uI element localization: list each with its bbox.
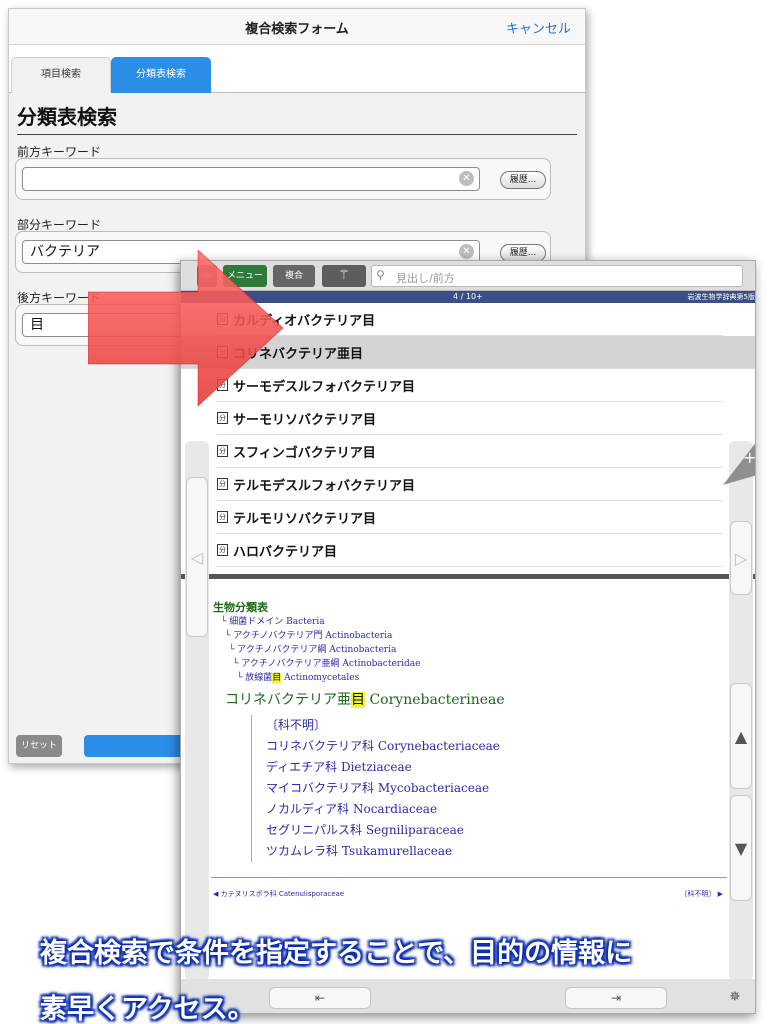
cancel-button[interactable]: キャンセル	[506, 18, 571, 37]
form-tabs: 項目検索 分類表検索	[9, 45, 585, 93]
scroll-up-icon[interactable]: ▲	[730, 683, 752, 789]
previous-page-icon[interactable]: ◁	[186, 477, 208, 637]
classification-icon: 分	[217, 445, 228, 457]
child-taxon-link[interactable]: マイコバクテリア科 Mycobacteriaceae	[251, 778, 725, 799]
classification-icon: 分	[217, 544, 228, 556]
result-list: 分 カルディオバクテリア目 分 コリネバクテリア亜目 分 サーモデスルフォバクテ…	[181, 303, 755, 567]
list-item-label: サーモリソバクテリア目	[233, 413, 377, 428]
child-taxon-link[interactable]: コリネバクテリア科 Corynebacteriaceae	[251, 736, 725, 757]
next-arrow-icon: ▶	[715, 890, 723, 898]
history-button[interactable]: 履歴...	[500, 171, 546, 189]
page-title: 分類表検索	[17, 105, 117, 129]
detail-divider	[211, 877, 727, 878]
list-item[interactable]: 分 テルモデスルフォバクテリア目	[217, 468, 723, 501]
classification-icon: 分	[217, 412, 228, 424]
prev-arrow-icon: ◀	[213, 890, 221, 898]
classification-detail: 生物分類表 └ 細菌ドメイン Bacteria └ アクチノバクテリア門 Act…	[213, 599, 725, 862]
list-item[interactable]: 分 スフィンゴバクテリア目	[217, 435, 723, 468]
search-placeholder: 見出し/前方	[396, 272, 455, 285]
pane-divider[interactable]	[181, 574, 755, 579]
caption-line-2: 素早くアクセス。	[40, 994, 255, 1024]
tab-classification-search[interactable]: 分類表検索	[111, 57, 211, 93]
search-input[interactable]: ⚲ 見出し/前方	[371, 265, 743, 287]
lineage-item[interactable]: └ アクチノバクテリア亜綱 Actinobacteridae	[233, 657, 725, 671]
tab-item-search[interactable]: 項目検索	[11, 57, 111, 93]
search-button[interactable]	[84, 735, 194, 757]
heading-divider	[17, 134, 577, 135]
red-arrow-icon	[88, 250, 284, 408]
classification-icon: 分	[217, 511, 228, 523]
svg-text:+: +	[743, 448, 756, 467]
promo-caption: 複合検索で条件を指定することで、目的の情報に 素早くアクセス。	[40, 926, 740, 1024]
next-page-icon[interactable]: ▷	[730, 521, 752, 595]
list-item[interactable]: 分 サーモデスルフォバクテリア目	[217, 369, 723, 402]
headword: コリネバクテリア亜目 Corynebacterineae	[225, 692, 505, 708]
form-nav-bar: 複合検索フォーム キャンセル	[9, 9, 585, 45]
list-item-label: スフィンゴバクテリア目	[233, 446, 376, 461]
child-taxon-link[interactable]: 〔科不明〕	[251, 715, 725, 736]
child-taxon-link[interactable]: ツカムレラ科 Tsukamurellaceae	[251, 841, 725, 862]
list-item-label: ハロバクテリア目	[233, 545, 338, 560]
lineage-item[interactable]: └ アクチノバクテリア綱 Actinobacteria	[229, 643, 725, 657]
add-bookmark-icon[interactable]: +	[713, 441, 756, 485]
lineage-item[interactable]: └ 細菌ドメイン Bacteria	[221, 615, 725, 629]
lineage-item[interactable]: └ 放線菌目 Actinomycetales	[237, 671, 725, 685]
dictionary-name: 岩波生物学辞典第5版	[687, 293, 755, 301]
prefix-keyword-input[interactable]	[22, 167, 480, 191]
list-item-label: テルモデスルフォバクテリア目	[233, 479, 416, 494]
clear-icon[interactable]: ✕	[459, 171, 474, 186]
clear-icon[interactable]: ✕	[459, 244, 474, 259]
lineage-item[interactable]: └ アクチノバクテリア門 Actinobacteria	[225, 629, 725, 643]
search-icon: ⚲	[376, 268, 385, 282]
previous-entry-link[interactable]: ◀ カテヌリスポラ科 Catenulisporaceae	[213, 889, 344, 899]
reset-button[interactable]: リセット	[16, 735, 62, 757]
classification-icon: 分	[217, 478, 228, 490]
right-scroll-rail: ▷ ▲ ▼	[729, 441, 753, 981]
detail-title: 生物分類表	[213, 601, 268, 614]
list-item[interactable]: 分 テルモリソバクテリア目	[217, 501, 723, 534]
form-title: 複合検索フォーム	[245, 22, 349, 37]
list-item-label: テルモリソバクテリア目	[233, 512, 377, 527]
list-item[interactable]: 分 カルディオバクテリア目	[217, 303, 723, 336]
left-scroll-rail: ◁	[185, 441, 209, 981]
page-indicator: 4 / 10+	[453, 292, 483, 301]
prefix-keyword-box: ✕ 履歴...	[15, 158, 551, 200]
child-taxon-link[interactable]: セグリニパルス科 Segniliparaceae	[251, 820, 725, 841]
caption-line-1: 複合検索で条件を指定することで、目的の情報に	[40, 938, 633, 969]
scroll-down-icon[interactable]: ▼	[730, 795, 752, 901]
magic-wand-icon[interactable]: ⚚	[322, 265, 366, 287]
list-item[interactable]: 分 ハロバクテリア目	[217, 534, 723, 567]
next-entry-link[interactable]: 〔科不明〕 ▶	[680, 889, 723, 899]
list-item[interactable]: 分 サーモリソバクテリア目	[217, 402, 723, 435]
child-taxon-link[interactable]: ノカルディア科 Nocardiaceae	[251, 799, 725, 820]
child-taxon-link[interactable]: ディエチア科 Dietziaceae	[251, 757, 725, 778]
